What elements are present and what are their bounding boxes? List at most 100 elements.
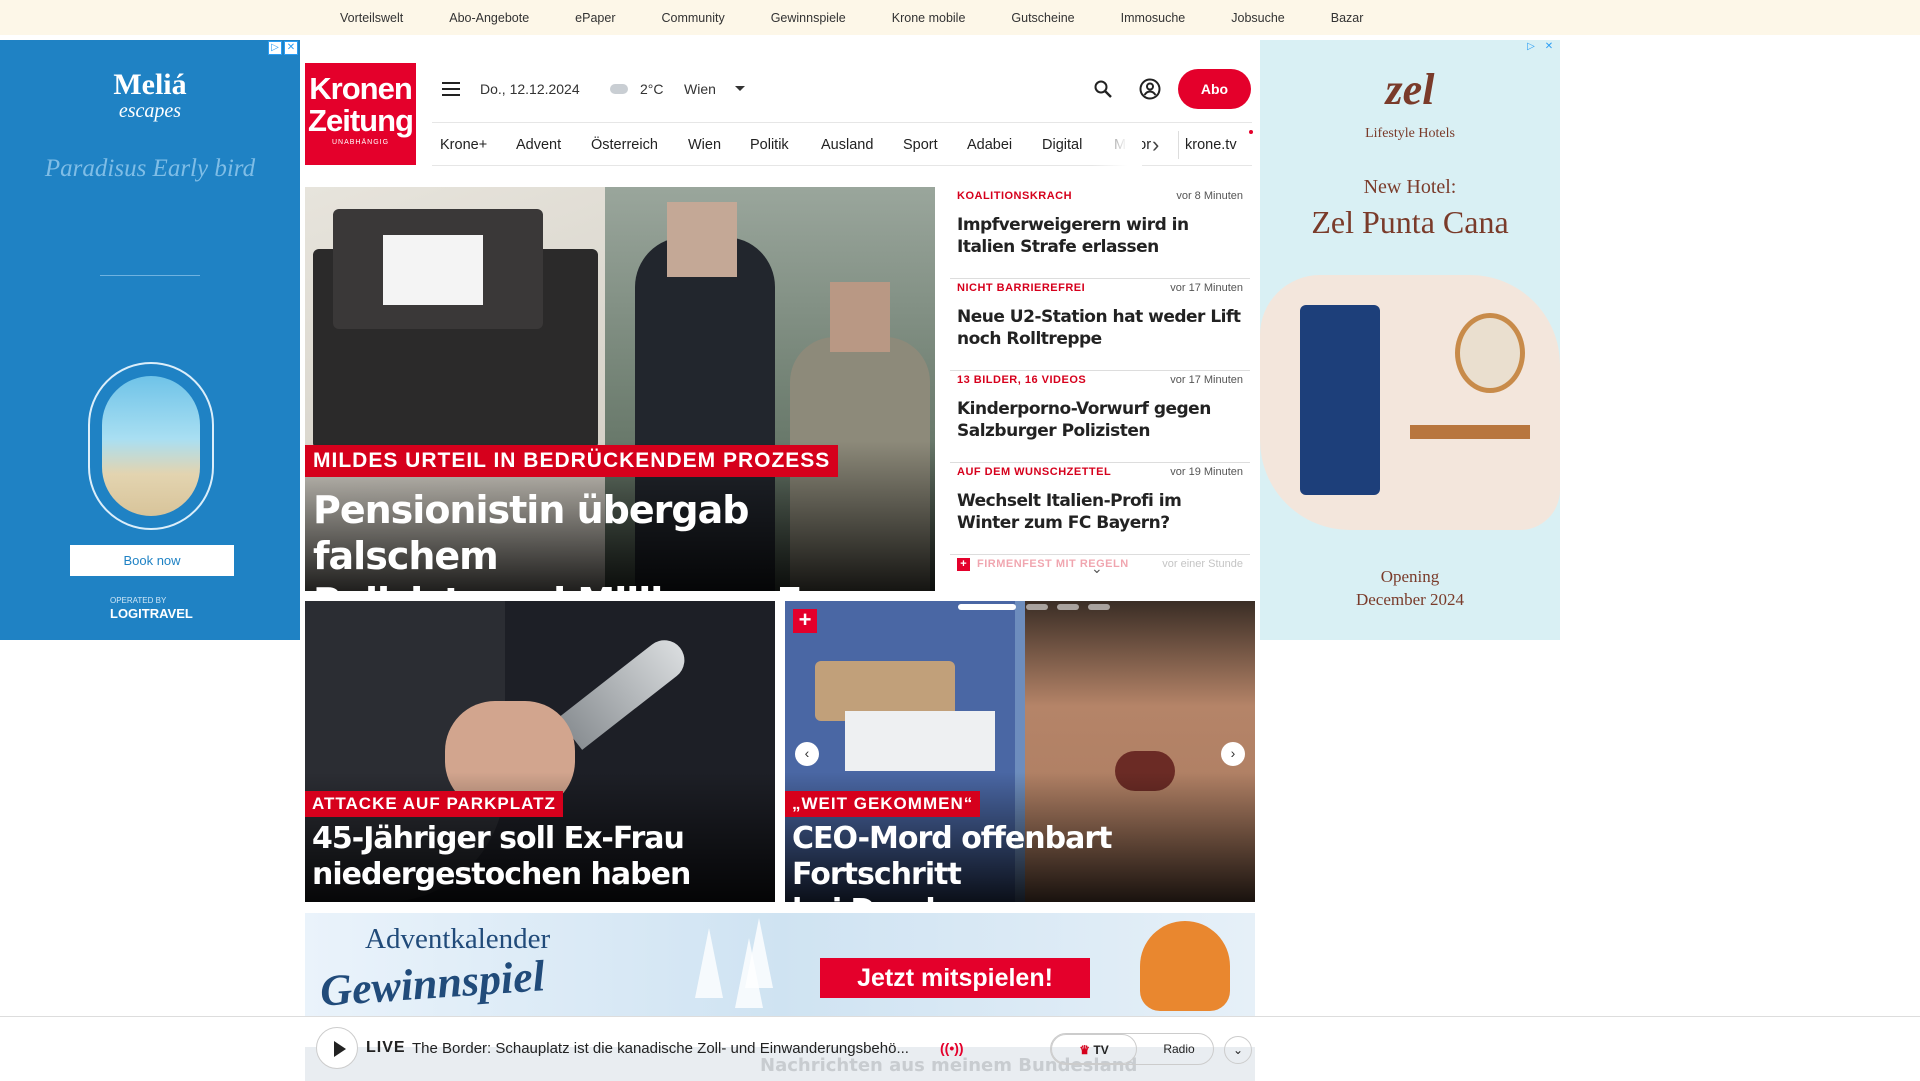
main-navigation: Krone+ Advent Österreich Wien Politik Au… xyxy=(432,122,1253,167)
logo-line1: Kronen xyxy=(309,71,413,106)
news-title[interactable]: Kinderporno-Vorwurf gegen Salzburger Pol… xyxy=(957,398,1247,442)
news-time: vor 17 Minuten xyxy=(1170,374,1243,386)
carousel-dot[interactable] xyxy=(1057,604,1079,610)
news-item[interactable]: AUF DEM WUNSCHZETTEL vor 19 Minuten Wech… xyxy=(950,463,1250,555)
news-ticker-list: KOALITIONSKRACH vor 8 Minuten Impfverwei… xyxy=(950,187,1250,597)
news-kicker: AUF DEM WUNSCHZETTEL xyxy=(957,466,1112,478)
logo-tagline: UNABHÄNGIG xyxy=(331,139,390,146)
news-title[interactable]: Neue U2-Station hat weder Lift noch Roll… xyxy=(957,306,1247,350)
adchoices-icon[interactable]: ▷ xyxy=(268,41,282,55)
hotel-room-image xyxy=(1260,275,1560,530)
nav-item-digital[interactable]: Digital xyxy=(1042,123,1082,167)
radio-tab[interactable]: Radio xyxy=(1149,1034,1209,1064)
carousel-next-icon[interactable]: › xyxy=(1221,742,1245,766)
utility-link-krone-mobile[interactable]: Krone mobile xyxy=(892,11,966,25)
utility-link-epaper[interactable]: ePaper xyxy=(575,11,615,25)
card-headline-line2: bei Druck von „Geisterwaffen“ xyxy=(792,893,1252,902)
carousel-dot[interactable] xyxy=(958,604,1016,610)
live-label: LIVE xyxy=(366,1039,406,1056)
chevron-down-icon[interactable]: ⌄ xyxy=(1091,560,1103,577)
article-card[interactable]: ATTACKE AUF PARKPLATZ 45-Jähriger soll E… xyxy=(305,601,775,902)
right-ad-opening: Opening December 2024 xyxy=(1260,565,1560,611)
news-item[interactable]: 13 BILDER, 16 VIDEOS vor 17 Minuten Kind… xyxy=(950,371,1250,463)
right-ad-opening-line2: December 2024 xyxy=(1355,590,1465,609)
menu-icon[interactable] xyxy=(442,82,460,96)
news-kicker: KOALITIONSKRACH xyxy=(957,190,1073,202)
ad-close-icon[interactable]: ✕ xyxy=(1542,41,1556,55)
carousel-dot[interactable] xyxy=(1088,604,1110,610)
abo-button[interactable]: Abo xyxy=(1178,69,1251,109)
nav-item-oesterreich[interactable]: Österreich xyxy=(591,123,658,167)
krone-plus-icon: + xyxy=(793,609,817,633)
nav-item-krone-plus[interactable]: Krone+ xyxy=(440,123,487,167)
card-headline[interactable]: CEO-Mord offenbart Fortschritt bei Druck… xyxy=(792,821,1252,902)
cloud-weather-icon xyxy=(610,84,628,94)
card-kicker: „WEIT GEKOMMEN“ xyxy=(785,791,981,817)
carousel-prev-icon[interactable]: ‹ xyxy=(795,742,819,766)
nav-item-adabei[interactable]: Adabei xyxy=(967,123,1012,167)
nav-item-krone-tv[interactable]: krone.tv xyxy=(1185,123,1237,167)
ad-close-icon[interactable]: ✕ xyxy=(284,41,298,55)
tv-tab[interactable]: ♛ TV xyxy=(1051,1034,1137,1064)
nav-divider xyxy=(1178,131,1179,159)
card-kicker: ATTACKE AUF PARKPLATZ xyxy=(305,791,563,817)
live-program-title[interactable]: The Border: Schauplatz ist die kanadisch… xyxy=(412,1040,909,1057)
banner-cta-button[interactable]: Jetzt mitspielen! xyxy=(820,958,1090,998)
utility-link-bazar[interactable]: Bazar xyxy=(1331,11,1364,25)
utility-link-vorteilswelt[interactable]: Vorteilswelt xyxy=(340,11,403,25)
right-ad-logo: zel xyxy=(1385,65,1435,114)
chevron-right-icon[interactable]: › xyxy=(1152,134,1159,156)
nav-item-ausland[interactable]: Ausland xyxy=(821,123,873,167)
crown-icon: ♛ xyxy=(1079,1043,1091,1057)
utility-link-gewinnspiele[interactable]: Gewinnspiele xyxy=(771,11,846,25)
live-player-bar: Nachrichten aus meinem Bundesland LIVE T… xyxy=(0,1016,1920,1081)
hero-headline[interactable]: Pensionistin übergab falschem Polizist z… xyxy=(313,487,933,591)
header-temperature: 2°C xyxy=(640,81,664,97)
news-title[interactable]: Impfverweigerern wird in Italien Strafe … xyxy=(957,214,1247,258)
kronen-zeitung-logo[interactable]: Kronen Zeitung UNABHÄNGIG xyxy=(305,63,416,165)
logo-line2: Zeitung xyxy=(308,103,414,138)
news-time: vor 19 Minuten xyxy=(1170,466,1243,478)
left-ad-book-button[interactable]: Book now xyxy=(70,545,234,576)
utility-link-abo-angebote[interactable]: Abo-Angebote xyxy=(449,11,529,25)
right-ad-banner[interactable]: zel Lifestyle Hotels New Hotel: Zel Punt… xyxy=(1260,40,1560,640)
nav-item-wien[interactable]: Wien xyxy=(688,123,721,167)
news-kicker: NICHT BARRIEREFREI xyxy=(957,282,1086,294)
left-ad-banner[interactable]: Meliá escapes Paradisus Early bird Book … xyxy=(0,40,300,640)
advent-calendar-banner[interactable]: Adventkalender Gewinnspiel Jetzt mitspie… xyxy=(305,913,1255,1016)
utility-link-community[interactable]: Community xyxy=(661,11,724,25)
nav-fade xyxy=(1092,123,1142,167)
left-ad-operated-by: OPERATED BY xyxy=(110,596,167,605)
news-time: vor einer Stunde xyxy=(1162,558,1243,570)
nav-item-politik[interactable]: Politik xyxy=(750,123,789,167)
utility-link-immosuche[interactable]: Immosuche xyxy=(1121,11,1186,25)
krone-plus-icon: + xyxy=(957,558,970,571)
left-ad-operator: LOGITRAVEL xyxy=(110,606,193,621)
user-account-icon[interactable] xyxy=(1139,78,1161,100)
carousel-dot[interactable] xyxy=(1026,604,1048,610)
jewelry-box-image xyxy=(313,209,598,449)
card-headline-line1: CEO-Mord offenbart Fortschritt xyxy=(792,821,1112,892)
tv-radio-toggle[interactable]: ♛ TV Radio xyxy=(1050,1033,1214,1065)
city-select[interactable]: Wien xyxy=(684,81,716,97)
right-ad-opening-line1: Opening xyxy=(1380,567,1440,586)
right-ad-new-hotel: New Hotel: xyxy=(1363,176,1457,198)
hero-kicker: MILDES URTEIL IN BEDRÜCKENDEM PROZESS xyxy=(305,445,839,477)
utility-link-jobsuche[interactable]: Jobsuche xyxy=(1231,11,1285,25)
pixelated-face-image xyxy=(830,282,890,352)
chevron-down-icon[interactable]: ⌄ xyxy=(1224,1036,1252,1064)
adchoices-icon[interactable]: ▷ xyxy=(1524,41,1538,55)
search-icon[interactable] xyxy=(1093,79,1113,99)
article-carousel-card[interactable]: + ‹ › „WEIT GEKOMMEN“ CEO-Mord offenbart… xyxy=(785,601,1255,902)
card-headline[interactable]: 45-Jähriger soll Ex-Frau niedergestochen… xyxy=(312,821,772,893)
play-button[interactable] xyxy=(316,1027,358,1069)
utility-link-gutscheine[interactable]: Gutscheine xyxy=(1011,11,1074,25)
news-title[interactable]: Wechselt Italien-Profi im Winter zum FC … xyxy=(957,490,1247,534)
chevron-down-icon[interactable] xyxy=(735,86,745,91)
news-item[interactable]: KOALITIONSKRACH vor 8 Minuten Impfverwei… xyxy=(950,187,1250,279)
news-item[interactable]: NICHT BARRIEREFREI vor 17 Minuten Neue U… xyxy=(950,279,1250,371)
nav-item-advent[interactable]: Advent xyxy=(516,123,561,167)
nav-item-sport[interactable]: Sport xyxy=(903,123,938,167)
hero-article[interactable]: MILDES URTEIL IN BEDRÜCKENDEM PROZESS Pe… xyxy=(305,187,935,591)
header: Do., 12.12.2024 2°C Wien Abo xyxy=(432,62,1252,116)
